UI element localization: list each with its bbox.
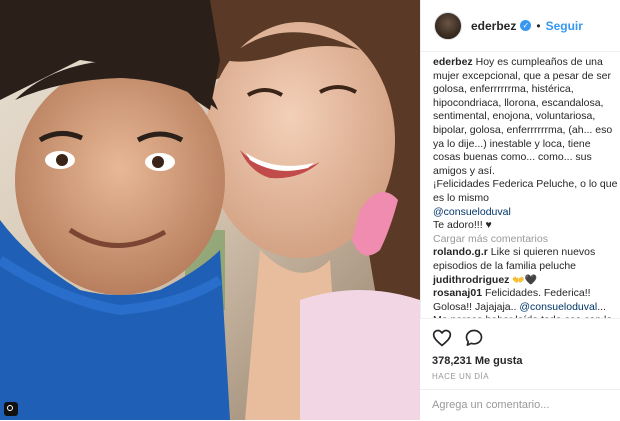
caption-line-2: ¡Felicidades Federica Peluche, o lo que … [433,178,618,204]
caption-closing: Te adoro!!! ♥ [433,219,492,232]
comment-username[interactable]: rolando.g.r [433,246,488,258]
comments-list: ederbez Hoy es cumpleaños de una mujer e… [433,56,619,341]
comment-input[interactable] [420,390,612,420]
caption-text: Hoy es cumpleaños de una mujer excepcion… [433,56,613,177]
add-comment-bar [420,389,620,421]
comment-mention[interactable]: @consueloduval [519,301,597,313]
header-separator: • [536,18,541,33]
comment-username[interactable]: judithrodriguez [433,274,509,286]
comment-text: 👐🖤 [512,274,538,286]
caption: ederbez Hoy es cumpleaños de una mujer e… [433,56,619,178]
follow-button[interactable]: Seguir [546,19,583,33]
like-count[interactable]: 378,231 Me gusta [432,355,523,367]
caption-mention[interactable]: @consueloduval [433,206,619,220]
post-timestamp: HACE UN DÍA [432,372,490,381]
heart-icon[interactable] [432,328,452,348]
comment-item: rolando.g.r Like si quieren nuevos episo… [433,246,619,273]
post-header: ederbez ✓ • Seguir [421,0,620,52]
instagram-logo-icon [4,402,18,416]
post-photo[interactable] [0,0,420,420]
load-more-comments-button[interactable]: Cargar más comentarios [433,233,619,247]
comment-bubble-icon[interactable] [464,328,484,348]
verified-badge-icon: ✓ [520,20,532,31]
caption-author[interactable]: ederbez [433,56,473,68]
photo-illustration [0,0,420,420]
post-actions: 378,231 Me gusta HACE UN DÍA [420,318,620,420]
comment-item: judithrodriguez 👐🖤 [433,274,619,288]
instagram-post: ederbez ✓ • Seguir ederbez Hoy es cumple… [0,0,620,420]
avatar[interactable] [434,11,462,40]
action-icons [432,328,484,348]
comment-username[interactable]: rosanaj01 [433,287,482,299]
header-username[interactable]: ederbez [471,19,516,33]
